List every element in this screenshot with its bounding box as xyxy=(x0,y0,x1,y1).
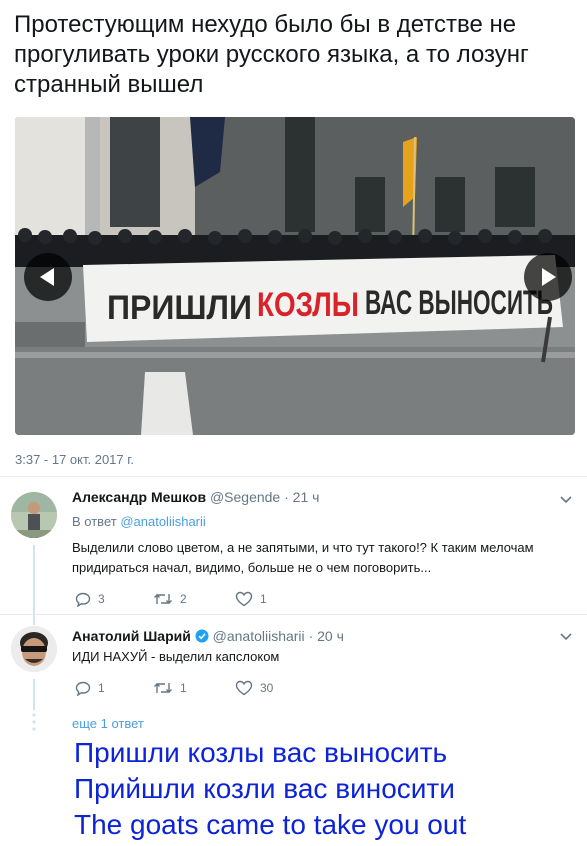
retweet-button[interactable]: 2 xyxy=(153,591,235,607)
user-photo-icon xyxy=(11,626,57,672)
thread-line xyxy=(33,615,35,625)
like-count: 30 xyxy=(260,681,274,695)
caption-russian: Пришли козлы вас выносить xyxy=(74,737,448,768)
thread-line xyxy=(33,545,35,614)
reply-tweet[interactable]: Анатолий Шарий @anatoliisharii · 20 ч ИД… xyxy=(0,615,587,710)
heart-icon xyxy=(235,591,253,607)
verified-badge-icon xyxy=(195,629,209,643)
reply-button[interactable]: 1 xyxy=(75,680,153,696)
thread-line xyxy=(33,679,35,710)
banner-text-3: ВАС ВЫНОСИТЬ xyxy=(365,284,553,322)
reply-time[interactable]: · 21 ч xyxy=(284,489,319,505)
arrow-left-icon xyxy=(40,268,54,286)
in-reply-handle-link[interactable]: @anatoliisharii xyxy=(120,514,205,529)
tweet-timestamp[interactable]: 3:37 - 17 окт. 2017 г. xyxy=(15,452,134,467)
show-more-replies-link[interactable]: еще 1 ответ xyxy=(72,716,144,731)
retweet-button[interactable]: 1 xyxy=(153,680,235,696)
retweet-icon xyxy=(154,683,172,693)
thread-dots-icon xyxy=(32,713,36,731)
retweet-count: 1 xyxy=(180,681,187,695)
tweet-photo[interactable]: ПРИШЛИ КОЗЛЫ ВАС ВЫНОСИТЬ xyxy=(15,117,575,435)
like-count: 1 xyxy=(260,592,267,606)
reply-text: ИДИ НАХУЙ - выделил капслоком xyxy=(72,649,280,664)
arrow-right-icon xyxy=(542,268,556,286)
reply-count: 3 xyxy=(98,592,105,606)
reply-button[interactable]: 3 xyxy=(75,591,153,607)
avatar[interactable] xyxy=(11,492,57,538)
caption-ukrainian: Прийшли козли вас виносити xyxy=(74,773,455,804)
user-handle[interactable]: @Segende xyxy=(210,489,280,505)
user-name[interactable]: Анатолий Шарий xyxy=(72,628,191,644)
banner-text-2: КОЗЛЫ xyxy=(257,286,359,324)
reply-actions: 1 1 30 xyxy=(75,680,273,696)
like-button[interactable]: 30 xyxy=(235,680,273,696)
like-button[interactable]: 1 xyxy=(235,591,267,607)
avatar[interactable] xyxy=(11,626,57,672)
reply-actions: 3 2 1 xyxy=(75,591,267,607)
caption-english: The goats came to take you out xyxy=(74,809,467,840)
user-handle[interactable]: @anatoliisharii xyxy=(213,628,305,644)
user-name[interactable]: Александр Мешков xyxy=(72,489,206,505)
tweet-text: Протестующим нехудо было бы в детстве не… xyxy=(14,11,529,98)
user-photo-icon xyxy=(11,492,57,538)
retweet-count: 2 xyxy=(180,592,187,606)
reply-header: Александр Мешков @Segende · 21 ч xyxy=(72,489,319,505)
chevron-down-icon[interactable] xyxy=(558,629,574,645)
retweet-icon xyxy=(154,594,172,604)
reply-icon xyxy=(75,592,91,607)
banner-text-1: ПРИШЛИ xyxy=(107,289,252,327)
in-reply-label: В ответ xyxy=(72,514,117,529)
heart-icon xyxy=(235,680,253,696)
reply-count: 1 xyxy=(98,681,105,695)
reply-header: Анатолий Шарий @anatoliisharii · 20 ч xyxy=(72,628,344,644)
reply-tweet[interactable]: Александр Мешков @Segende · 21 ч В ответ… xyxy=(0,477,587,614)
reply-icon xyxy=(75,681,91,696)
in-reply-to: В ответ @anatoliisharii xyxy=(72,514,206,529)
reply-time[interactable]: · 20 ч xyxy=(309,628,344,644)
carousel-next-button[interactable] xyxy=(524,253,572,301)
carousel-prev-button[interactable] xyxy=(24,253,72,301)
protest-photo-illustration: ПРИШЛИ КОЗЛЫ ВАС ВЫНОСИТЬ xyxy=(15,117,575,435)
chevron-down-icon[interactable] xyxy=(558,492,574,508)
reply-text: Выделили слово цветом, а не запятыми, и … xyxy=(72,540,534,575)
